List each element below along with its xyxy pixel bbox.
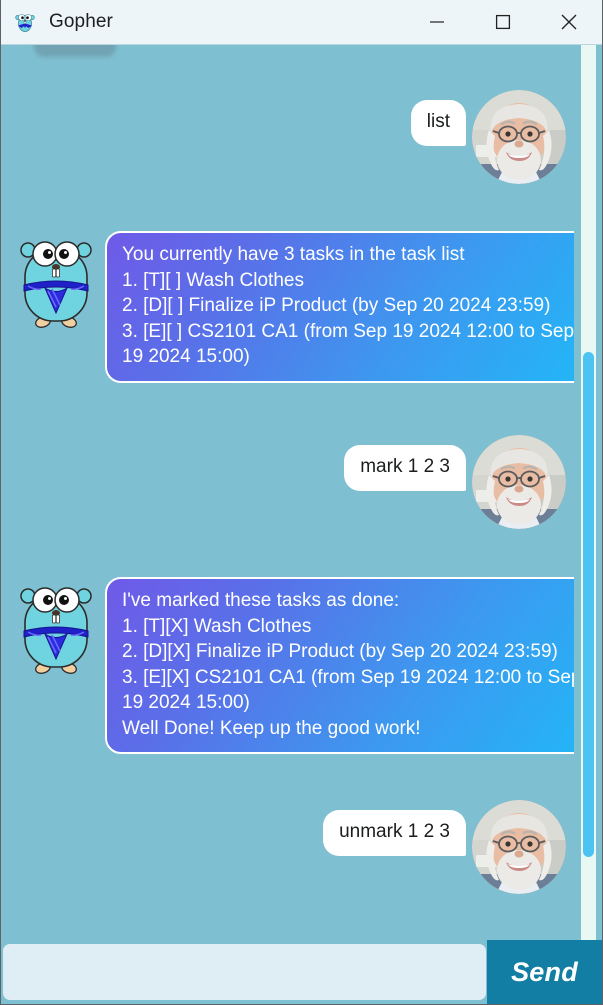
message-input[interactable] <box>3 944 486 1000</box>
window-title: Gopher <box>49 11 113 32</box>
user-message-bubble: unmark 1 2 3 <box>323 810 466 856</box>
user-message-bubble: list <box>410 100 466 146</box>
chat-scrollbar[interactable] <box>574 45 601 940</box>
bot-message-line: 2. [D][ ] Finalize iP Product (by Sep 20… <box>122 295 551 316</box>
avatar <box>472 800 566 894</box>
maximize-icon[interactable] <box>470 0 536 45</box>
bot-message-bubble: You currently have 3 tasks in the task l… <box>105 231 592 383</box>
minimize-icon[interactable] <box>404 0 470 45</box>
bot-message-line: You currently have 3 tasks in the task l… <box>122 244 465 265</box>
bot-message-line: 19 2024 15:00) <box>122 346 250 367</box>
bot-message-line: 2. [D][X] Finalize iP Product (by Sep 20… <box>122 641 558 662</box>
window-controls <box>404 0 602 45</box>
app-window: Gopher list You currently have 3 tasks i… <box>0 0 603 1005</box>
message-row-user: list <box>410 90 566 184</box>
message-row-bot: I've marked these tasks as done: 1. [T][… <box>15 573 599 754</box>
title-bar-left: Gopher <box>1 10 404 34</box>
clipped-previous-message <box>34 45 116 57</box>
user-message-bubble: mark 1 2 3 <box>344 445 466 491</box>
bot-avatar-gopher-icon <box>15 227 97 331</box>
gopher-icon <box>13 10 37 34</box>
bot-message-line: 3. [E][X] CS2101 CA1 (from Sep 19 2024 1… <box>122 666 582 688</box>
message-row-user: mark 1 2 3 <box>344 435 566 529</box>
bot-message-line: 19 2024 15:00) <box>122 692 250 713</box>
composer-bar: Send <box>1 940 602 1004</box>
bot-message-line: Well Done! Keep up the good work! <box>122 717 421 739</box>
scrollbar-thumb[interactable] <box>583 352 594 857</box>
chat-message-list[interactable]: list You currently have 3 tasks in the t… <box>1 45 602 940</box>
send-button[interactable]: Send <box>487 940 602 1004</box>
avatar <box>472 90 566 184</box>
bot-message-line: 1. [T][ ] Wash Clothes <box>122 269 304 291</box>
title-bar: Gopher <box>1 0 602 45</box>
message-row-bot: You currently have 3 tasks in the task l… <box>15 227 592 383</box>
bot-message-line: 1. [T][X] Wash Clothes <box>122 615 312 637</box>
bot-message-line: 3. [E][ ] CS2101 CA1 (from Sep 19 2024 1… <box>122 320 575 342</box>
bot-message-bubble: I've marked these tasks as done: 1. [T][… <box>105 577 599 754</box>
message-row-user: unmark 1 2 3 <box>323 800 566 894</box>
close-icon[interactable] <box>536 0 602 45</box>
bot-message-line: I've marked these tasks as done: <box>122 590 400 611</box>
avatar <box>472 435 566 529</box>
bot-avatar-gopher-icon <box>15 573 97 677</box>
chat-inner: list You currently have 3 tasks in the t… <box>1 45 599 940</box>
